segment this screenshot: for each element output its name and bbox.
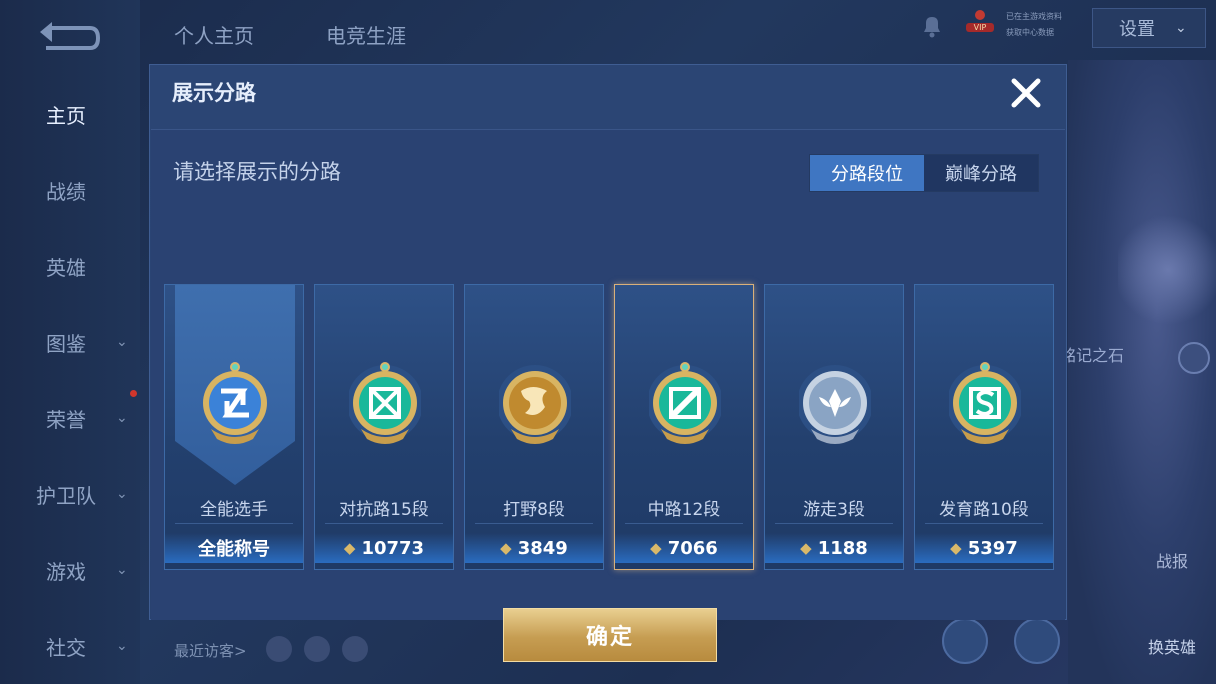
sync-status-line1: 已在主游戏资料 [1006,12,1062,21]
chevron-down-icon: ⌄ [116,334,128,350]
mid-lane-badge-icon [649,362,721,444]
visitor-avatar[interactable] [266,636,292,662]
settings-button[interactable]: 设置 ⌄ [1092,8,1206,48]
sidebar-item-codex[interactable]: 图鉴 ⌄ [0,322,140,362]
chevron-down-icon: ⌄ [116,638,128,654]
lane-name: 中路12段 [647,500,721,520]
sidebar-item-honor[interactable]: 荣誉 ⌄ [0,390,140,438]
hero-showcase-background: 铭记之石 战报 换英雄 [1060,60,1216,684]
score-value: 10773 [361,537,425,559]
lane-title: 全能称号 [165,533,303,563]
recent-visitors-link[interactable]: 最近访客> [174,640,247,661]
sidebar-item-label: 图鉴 [46,331,86,356]
vip-badge: VIP [966,10,994,42]
sidebar-item-game[interactable]: 游戏 ⌄ [0,550,140,590]
switch-hero-label[interactable]: 换英雄 [1148,634,1196,658]
rank-points-icon: ◆ [800,539,812,557]
clash-lane-badge-icon [349,362,421,444]
rank-points-icon: ◆ [650,539,662,557]
all-round-badge-icon [203,362,267,444]
sidebar-item-label: 战绩 [46,179,86,204]
title-text: 全能称号 [198,539,270,560]
stone-label: 铭记之石 [1060,346,1125,365]
lane-display-dialog: 展示分路 请选择展示的分路 分路段位 巅峰分路 全能选手 全能称号 对抗路15段… [149,64,1067,662]
sidebar-item-guard[interactable]: 护卫队 ⌄ [0,474,140,514]
sidebar-item-label: 主页 [46,103,86,128]
score-value: 5397 [967,537,1018,559]
visitor-avatar[interactable] [304,636,330,662]
sync-status: 已在主游戏资料 获取中心数据 [1006,9,1084,43]
visitor-avatar[interactable] [342,636,368,662]
divider [775,523,893,524]
sidebar-item-label: 护卫队 [36,483,96,508]
confirm-button[interactable]: 确定 [503,608,717,662]
farm-lane-badge-icon [949,362,1021,444]
sidebar-item-social[interactable]: 社交 ⌄ [0,626,140,666]
tab-profile[interactable]: 个人主页 [174,20,254,49]
sidebar-item-label: 游戏 [46,559,86,584]
divider [175,523,293,524]
sidebar-item-record[interactable]: 战绩 [0,170,140,210]
bell-icon[interactable] [918,12,946,40]
lane-card-clash[interactable]: 对抗路15段 ◆ 10773 [314,284,454,570]
sidebar: 主页 战绩 英雄 图鉴 ⌄ 荣誉 ⌄ 护卫队 ⌄ 游戏 ⌄ 社交 ⌄ [0,0,140,684]
battle-report-label[interactable]: 战报 [1156,548,1188,572]
score-value: 1188 [817,537,868,559]
sidebar-item-label: 英雄 [46,255,86,280]
lane-name: 发育路10段 [939,500,1029,520]
rank-points-icon: ◆ [950,539,962,557]
lane-card-jungle[interactable]: 打野8段 ◆ 3849 [464,284,604,570]
chevron-down-icon: ⌄ [1175,20,1187,36]
lane-name: 游走3段 [803,500,865,520]
sidebar-item-label: 社交 [46,635,86,660]
tab-peak-lane[interactable]: 巅峰分路 [924,155,1038,191]
lane-score: ◆ 10773 [315,533,453,563]
lane-score: ◆ 5397 [915,533,1053,563]
rank-points-icon: ◆ [500,539,512,557]
lane-card-roam[interactable]: 游走3段 ◆ 1188 [764,284,904,570]
score-value: 3849 [517,537,568,559]
jungle-badge-icon [499,365,571,444]
dialog-body: 请选择展示的分路 分路段位 巅峰分路 全能选手 全能称号 对抗路15段 ◆ 10… [151,129,1065,662]
lane-name: 全能选手 [200,500,268,520]
stone-icon[interactable] [1178,342,1210,374]
sync-status-line2: 获取中心数据 [1006,28,1054,37]
divider [625,523,743,524]
divider [925,523,1043,524]
settings-label: 设置 [1119,19,1155,40]
back-arrow-icon[interactable] [38,22,102,54]
sidebar-item-home[interactable]: 主页 [0,94,140,134]
lane-card-all-round[interactable]: 全能选手 全能称号 [164,284,304,570]
dialog-prompt: 请选择展示的分路 [173,160,341,184]
vip-label: VIP [966,23,994,32]
rank-points-icon: ◆ [343,539,356,557]
lane-card-farm[interactable]: 发育路10段 ◆ 5397 [914,284,1054,570]
chevron-down-icon: ⌄ [116,562,128,578]
chevron-down-icon: ⌄ [116,486,128,502]
lane-name: 打野8段 [503,500,565,520]
dialog-title: 展示分路 [172,81,256,105]
play-icon[interactable] [1014,618,1060,664]
lane-score: ◆ 3849 [465,533,603,563]
divider [475,523,593,524]
lane-card-mid[interactable]: 中路12段 ◆ 7066 [614,284,754,570]
tab-lane-rank[interactable]: 分路段位 [810,155,924,191]
notification-dot [130,390,137,397]
lane-score: ◆ 1188 [765,533,903,563]
lane-name: 对抗路15段 [339,500,429,520]
chevron-down-icon: ⌄ [116,410,128,426]
score-value: 7066 [667,537,718,559]
close-button[interactable] [1006,73,1046,113]
lane-score: ◆ 7066 [615,533,753,563]
tab-esports-career[interactable]: 电竞生涯 [326,20,406,49]
sidebar-item-label: 荣誉 [46,407,86,432]
sidebar-item-heroes[interactable]: 英雄 [0,246,140,286]
roam-badge-icon [799,365,871,444]
lane-type-tabs: 分路段位 巅峰分路 [809,154,1039,192]
close-icon [1011,78,1041,108]
upload-icon[interactable] [942,618,988,664]
divider [325,523,443,524]
